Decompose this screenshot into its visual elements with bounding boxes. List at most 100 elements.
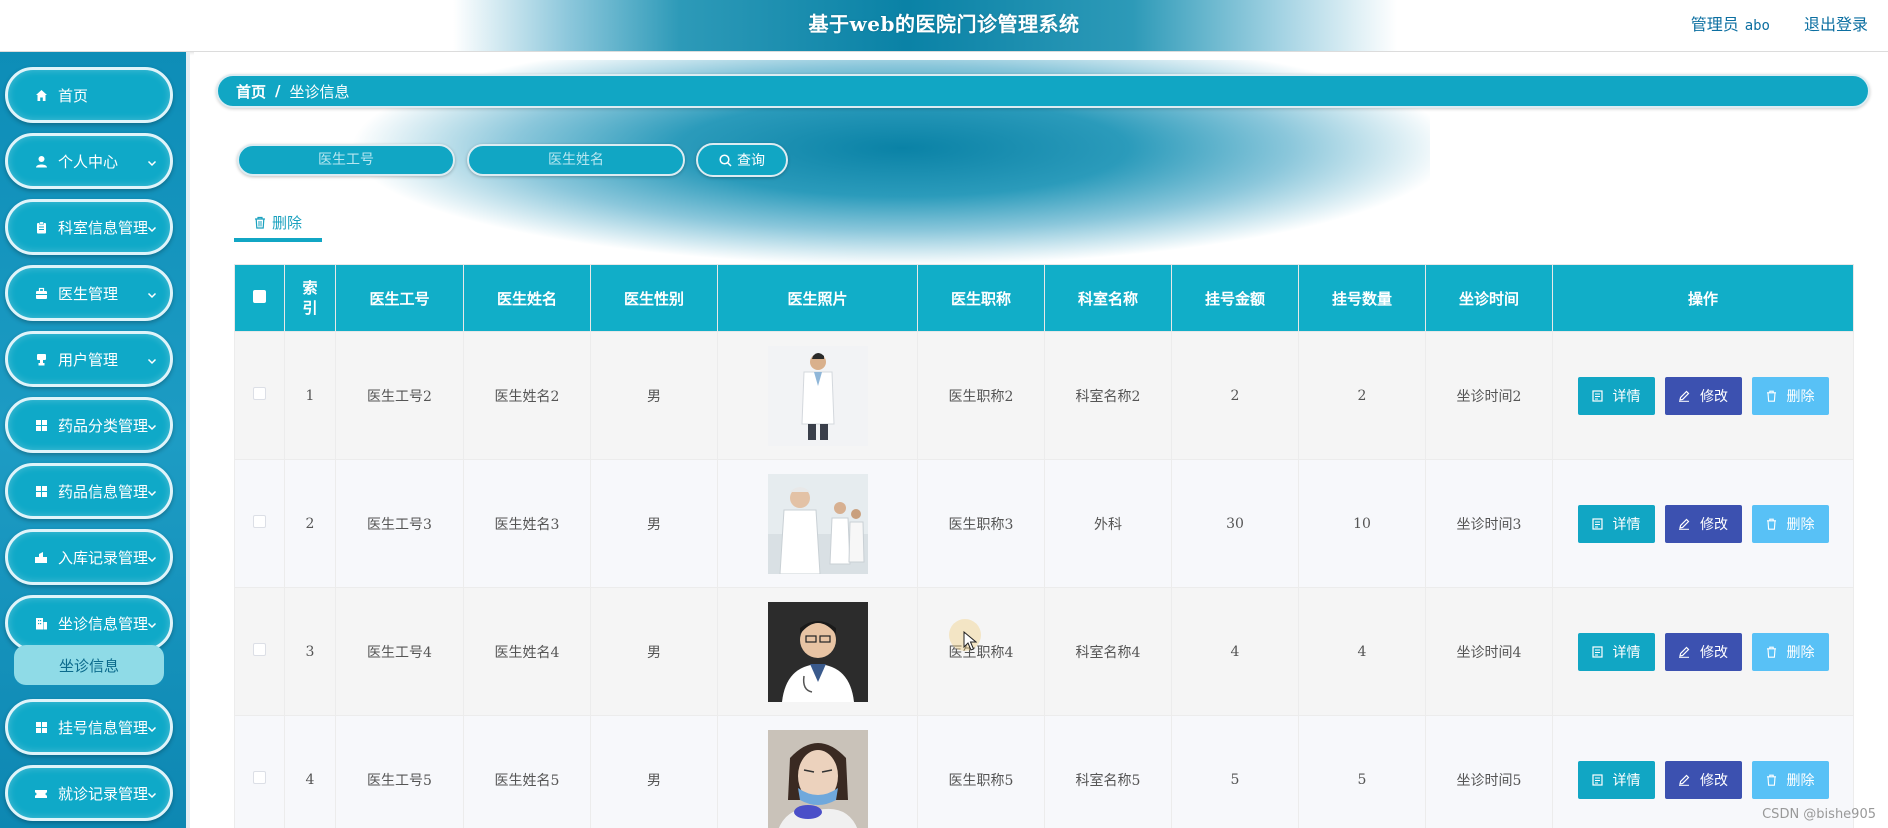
sidebar-item-3[interactable]: 科室信息管理 <box>5 199 173 255</box>
sidebar-item-6[interactable]: 药品分类管理 <box>5 397 173 453</box>
submenu-item-consultation-info[interactable]: 坐诊信息 <box>14 645 164 685</box>
cell-gender: 男 <box>590 587 718 716</box>
delete-button-label: 删除 <box>1786 388 1815 405</box>
cell-time: 坐诊时间3 <box>1425 459 1553 588</box>
pencil-icon <box>1678 646 1695 658</box>
row-checkbox[interactable] <box>253 643 266 656</box>
user-icon <box>34 154 48 168</box>
detail-button-label: 详情 <box>1612 772 1641 789</box>
table-header-row: 索引 医生工号 医生姓名 医生性别 医生照片 医生职称 科室名称 挂号金额 挂号… <box>234 264 1854 332</box>
edit-button[interactable]: 修改 <box>1664 376 1742 415</box>
chevron-down-icon <box>146 155 158 167</box>
sidebar-item-9[interactable]: 坐诊信息管理 <box>5 595 173 651</box>
delete-button-label: 删除 <box>1786 644 1815 661</box>
breadcrumb-separator: / <box>275 82 281 100</box>
cell-doctor-id: 医生工号3 <box>335 459 464 588</box>
row-checkbox[interactable] <box>253 515 266 528</box>
edit-button-label: 修改 <box>1700 772 1728 789</box>
doctor-name-search-input[interactable] <box>467 144 685 176</box>
delete-button-label: 删除 <box>1786 516 1815 533</box>
row-checkbox[interactable] <box>253 771 266 784</box>
edit-button[interactable]: 修改 <box>1664 632 1742 671</box>
detail-button[interactable]: 详情 <box>1577 376 1655 415</box>
sidebar-item-2[interactable]: 个人中心 <box>5 133 173 189</box>
inbox-icon <box>34 550 48 564</box>
clipboard-icon <box>34 220 48 234</box>
cell-fee: 5 <box>1171 715 1299 828</box>
sidebar-item-1[interactable]: 首页 <box>5 67 173 123</box>
sidebar-item-label: 就诊记录管理 <box>58 784 149 803</box>
sidebar-item-label: 科室信息管理 <box>58 218 149 237</box>
trash-icon <box>254 216 266 229</box>
home-icon <box>34 88 48 102</box>
cell-doctor-name: 医生姓名2 <box>463 331 591 460</box>
grid-icon <box>34 484 48 498</box>
chevron-down-icon <box>146 353 158 365</box>
sidebar-item-11[interactable]: 就诊记录管理 <box>5 765 173 821</box>
cell-index: 2 <box>284 459 336 588</box>
select-all-checkbox[interactable] <box>253 290 266 303</box>
logout-link[interactable]: 退出登录 <box>1804 11 1868 35</box>
cell-department: 科室名称2 <box>1044 331 1172 460</box>
detail-button[interactable]: 详情 <box>1577 760 1655 799</box>
edit-button[interactable]: 修改 <box>1664 504 1742 543</box>
delete-button[interactable]: 删除 <box>1751 504 1829 543</box>
cell-photo <box>717 459 918 588</box>
sidebar-item-8[interactable]: 入库记录管理 <box>5 529 173 585</box>
edit-button-label: 修改 <box>1700 516 1728 533</box>
breadcrumb-current: 坐诊信息 <box>289 82 350 101</box>
breadcrumb: 首页 / 坐诊信息 <box>216 74 1870 108</box>
grid-icon <box>34 720 48 734</box>
pencil-icon <box>1678 774 1695 786</box>
column-header-count: 挂号数量 <box>1298 264 1426 332</box>
cell-department: 外科 <box>1044 459 1172 588</box>
cell-fee: 30 <box>1171 459 1299 588</box>
cell-doctor-name: 医生姓名3 <box>463 459 591 588</box>
sidebar-item-label: 首页 <box>58 86 89 105</box>
row-select-cell <box>234 715 285 828</box>
sidebar-item-7[interactable]: 药品信息管理 <box>5 463 173 519</box>
edit-button[interactable]: 修改 <box>1664 760 1742 799</box>
sidebar-item-5[interactable]: 用户管理 <box>5 331 173 387</box>
grid-icon <box>34 418 48 432</box>
delete-button-label: 删除 <box>1786 772 1815 789</box>
sidebar-item-4[interactable]: 医生管理 <box>5 265 173 321</box>
doctor-photo-group <box>767 473 868 574</box>
breadcrumb-home[interactable]: 首页 <box>236 81 266 102</box>
cell-count: 5 <box>1298 715 1426 828</box>
pencil-icon <box>1678 390 1695 402</box>
column-header-photo: 医生照片 <box>717 264 918 332</box>
consultation-table: 索引 医生工号 医生姓名 医生性别 医生照片 医生职称 科室名称 挂号金额 挂号… <box>234 264 1854 828</box>
column-header-doctor-id: 医生工号 <box>335 264 464 332</box>
document-icon <box>1591 645 1608 658</box>
column-header-doctor-name: 医生姓名 <box>463 264 591 332</box>
cell-gender: 男 <box>590 331 718 460</box>
doctor-photo-white-coat <box>767 345 868 446</box>
delete-button[interactable]: 删除 <box>1751 760 1829 799</box>
cell-gender: 男 <box>590 715 718 828</box>
trash-icon <box>1766 390 1782 402</box>
column-header-time: 坐诊时间 <box>1425 264 1553 332</box>
detail-button[interactable]: 详情 <box>1577 632 1655 671</box>
cell-count: 4 <box>1298 587 1426 716</box>
cell-department: 科室名称5 <box>1044 715 1172 828</box>
chevron-down-icon <box>146 419 158 431</box>
query-button[interactable]: 查询 <box>696 143 788 177</box>
delete-button[interactable]: 删除 <box>1751 376 1829 415</box>
doctor-id-search-input[interactable] <box>237 144 455 176</box>
chevron-down-icon <box>146 787 158 799</box>
bulk-delete-button[interactable]: 删除 <box>234 206 322 242</box>
chevron-down-icon <box>146 485 158 497</box>
cell-index: 4 <box>284 715 336 828</box>
sidebar-item-label: 挂号信息管理 <box>58 718 149 737</box>
table-row: 2 医生工号3 医生姓名3 男 医生职称3 外科 30 10 坐诊时间3 详情 修改 删除 <box>234 459 1854 588</box>
delete-button[interactable]: 删除 <box>1751 632 1829 671</box>
cell-count: 10 <box>1298 459 1426 588</box>
sidebar-item-10[interactable]: 挂号信息管理 <box>5 699 173 755</box>
user-role: 管理员 <box>1690 15 1739 34</box>
detail-button[interactable]: 详情 <box>1577 504 1655 543</box>
column-header-index: 索引 <box>284 264 336 332</box>
cell-index: 3 <box>284 587 336 716</box>
row-checkbox[interactable] <box>253 387 266 400</box>
sidebar-item-label: 用户管理 <box>58 350 119 369</box>
